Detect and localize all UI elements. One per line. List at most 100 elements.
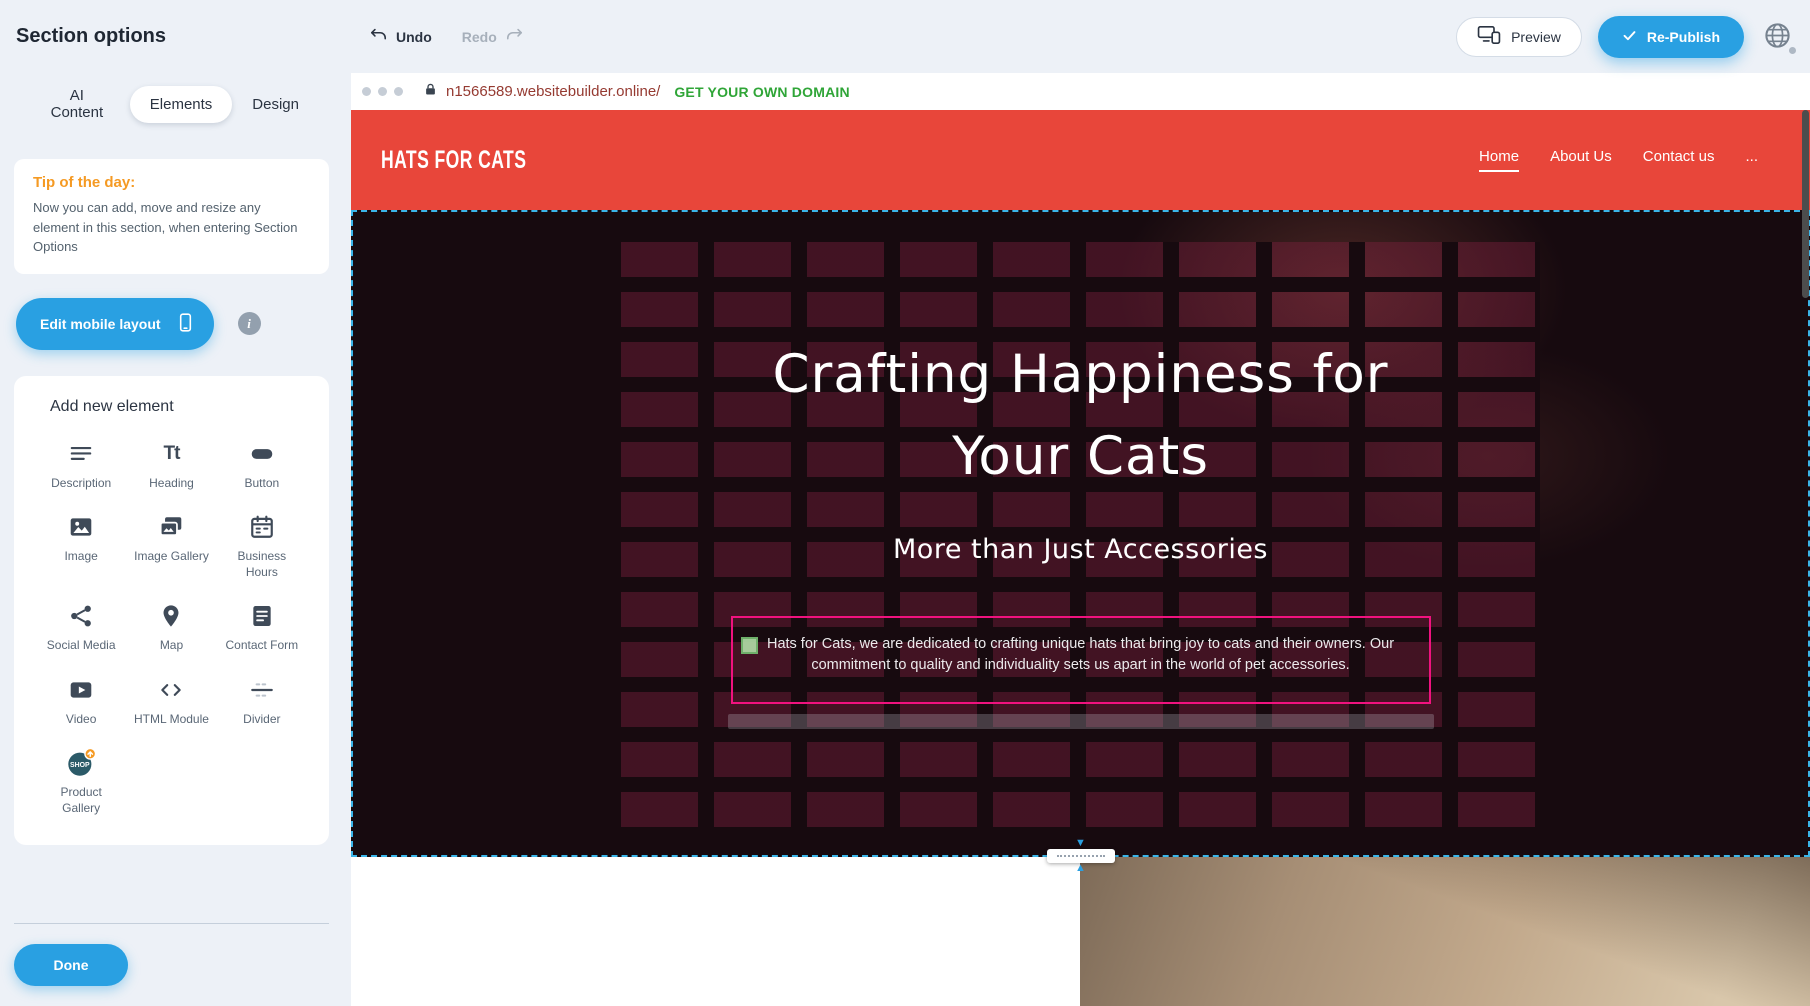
resize-arrow-down-icon: ▼ xyxy=(1075,839,1086,848)
hero-body-text: Hats for Cats, we are dedicated to craft… xyxy=(741,634,1421,676)
window-dot xyxy=(394,87,403,96)
undo-icon xyxy=(369,26,388,48)
republish-label: Re-Publish xyxy=(1647,29,1720,45)
element-item-map[interactable]: Map xyxy=(126,602,216,654)
image-icon xyxy=(68,513,94,541)
globe-icon xyxy=(1763,21,1792,53)
add-element-panel: Add new element Description Tt Heading B… xyxy=(14,376,329,845)
next-section-blank xyxy=(351,857,1080,1006)
get-domain-link[interactable]: GET YOUR OWN DOMAIN xyxy=(674,84,849,100)
element-item-divider[interactable]: Divider xyxy=(217,676,307,728)
hero-content: Crafting Happiness for Your Cats More th… xyxy=(353,212,1808,729)
redo-icon xyxy=(505,26,524,48)
undo-redo-group: Undo Redo xyxy=(369,26,524,48)
mobile-layout-row: Edit mobile layout i xyxy=(16,298,329,350)
resize-arrow-up-icon: ▲ xyxy=(1075,864,1086,873)
element-label: Heading xyxy=(133,476,209,492)
nav-more-button[interactable]: ... xyxy=(1745,148,1758,172)
element-label: Product Gallery xyxy=(43,785,119,816)
element-label: Business Hours xyxy=(224,549,300,580)
window-dots xyxy=(362,87,403,96)
topbar: Section options Undo Redo Preview Re-Pub… xyxy=(0,0,1810,73)
element-label: Social Media xyxy=(43,638,119,654)
browser-bar: n1566589.websitebuilder.online/ GET YOUR… xyxy=(351,73,1810,110)
element-item-image[interactable]: Image xyxy=(36,513,126,580)
lock-icon xyxy=(423,82,438,102)
done-button[interactable]: Done xyxy=(14,944,128,986)
element-item-button[interactable]: Button xyxy=(217,440,307,492)
product-gallery-icon: SHOP xyxy=(66,749,96,777)
element-label: Button xyxy=(224,476,300,492)
tip-body: Now you can add, move and resize any ele… xyxy=(33,198,310,257)
info-icon[interactable]: i xyxy=(238,312,261,335)
hero-subheading[interactable]: More than Just Accessories xyxy=(353,534,1808,565)
video-icon xyxy=(68,676,94,704)
preview-button[interactable]: Preview xyxy=(1456,17,1582,57)
sidebar-tabs: AI Content Elements Design xyxy=(14,77,329,131)
business-hours-icon xyxy=(249,513,275,541)
element-grid: Description Tt Heading Button Image Imag… xyxy=(36,440,307,817)
republish-button[interactable]: Re-Publish xyxy=(1598,16,1744,58)
phone-icon xyxy=(175,312,196,336)
sidebar-footer: Done xyxy=(14,923,329,1006)
tab-design[interactable]: Design xyxy=(232,86,319,123)
tip-card: Tip of the day: Now you can add, move an… xyxy=(14,159,329,274)
undo-button[interactable]: Undo xyxy=(369,26,432,48)
element-label: Divider xyxy=(224,712,300,728)
edit-mobile-label: Edit mobile layout xyxy=(40,316,161,332)
resize-pill xyxy=(1047,849,1115,863)
image-gallery-icon xyxy=(158,513,184,541)
element-drag-handle[interactable] xyxy=(741,637,758,654)
nav-item-about-us[interactable]: About Us xyxy=(1550,148,1612,172)
element-item-business-hours[interactable]: Business Hours xyxy=(217,513,307,580)
element-item-social-media[interactable]: Social Media xyxy=(36,602,126,654)
element-item-product-gallery[interactable]: SHOP Product Gallery xyxy=(36,749,126,816)
shop-icon-text: SHOP xyxy=(70,763,90,770)
hero-heading-line1: Crafting Happiness for xyxy=(353,334,1808,416)
heading-icon: Tt xyxy=(164,440,180,468)
element-label: Image Gallery xyxy=(133,549,209,565)
element-placeholder xyxy=(728,714,1434,729)
sidebar: AI Content Elements Design Tip of the da… xyxy=(0,73,351,1006)
site-nav: Home About Us Contact us ... xyxy=(1479,148,1758,172)
tab-elements[interactable]: Elements xyxy=(130,86,233,123)
devices-icon xyxy=(1477,25,1501,48)
element-label: Contact Form xyxy=(224,638,300,654)
element-label: HTML Module xyxy=(133,712,209,728)
sidebar-divider xyxy=(14,923,329,924)
nav-item-home[interactable]: Home xyxy=(1479,148,1519,172)
element-label: Map xyxy=(133,638,209,654)
description-icon xyxy=(68,440,94,468)
page-title: Section options xyxy=(16,25,351,48)
html-module-icon xyxy=(158,676,184,704)
topbar-actions: Preview Re-Publish xyxy=(1456,16,1794,58)
next-section xyxy=(351,857,1810,1006)
redo-label: Redo xyxy=(462,29,497,45)
site-header: HATS FOR CATS Home About Us Contact us .… xyxy=(351,110,1810,210)
next-section-image xyxy=(1080,857,1810,1006)
element-item-video[interactable]: Video xyxy=(36,676,126,728)
resize-dotted-line xyxy=(1057,855,1105,857)
hero-text-element[interactable]: Hats for Cats, we are dedicated to craft… xyxy=(731,616,1431,704)
edit-mobile-layout-button[interactable]: Edit mobile layout xyxy=(16,298,214,350)
nav-item-contact-us[interactable]: Contact us xyxy=(1643,148,1715,172)
map-icon xyxy=(158,602,184,630)
hero-section[interactable]: Crafting Happiness for Your Cats More th… xyxy=(351,210,1810,857)
element-item-image-gallery[interactable]: Image Gallery xyxy=(126,513,216,580)
language-globe-button[interactable] xyxy=(1760,20,1794,54)
element-item-contact-form[interactable]: Contact Form xyxy=(217,602,307,654)
element-item-description[interactable]: Description xyxy=(36,440,126,492)
redo-button[interactable]: Redo xyxy=(462,26,524,48)
contact-form-icon xyxy=(249,602,275,630)
site-url: n1566589.websitebuilder.online/ xyxy=(446,83,660,100)
tab-ai-content[interactable]: AI Content xyxy=(24,77,130,131)
hero-heading[interactable]: Crafting Happiness for Your Cats xyxy=(353,334,1808,498)
element-item-html-module[interactable]: HTML Module xyxy=(126,676,216,728)
add-element-title: Add new element xyxy=(50,398,307,416)
undo-label: Undo xyxy=(396,29,432,45)
divider-icon xyxy=(249,676,275,704)
section-resize-handle[interactable]: ▼ ▲ xyxy=(1047,839,1115,873)
element-label: Video xyxy=(43,712,119,728)
element-item-heading[interactable]: Tt Heading xyxy=(126,440,216,492)
site-logo[interactable]: HATS FOR CATS xyxy=(381,145,526,175)
